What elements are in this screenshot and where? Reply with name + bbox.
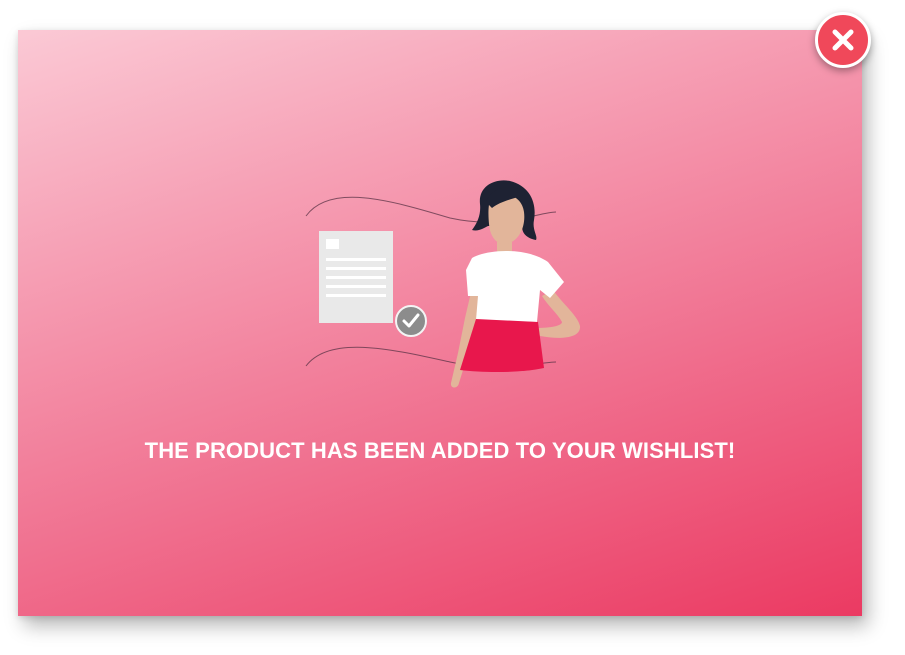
close-icon <box>832 29 854 51</box>
document-icon <box>319 231 393 323</box>
wishlist-dialog: THE PRODUCT HAS BEEN ADDED TO YOUR WISHL… <box>18 30 862 616</box>
woman-with-checked-document-illustration <box>305 180 580 388</box>
wishlist-confirmation-message: THE PRODUCT HAS BEEN ADDED TO YOUR WISHL… <box>144 438 736 463</box>
close-button[interactable] <box>815 12 871 68</box>
wishlist-popup-screen: THE PRODUCT HAS BEEN ADDED TO YOUR WISHL… <box>0 0 905 655</box>
woman-figure <box>450 180 580 388</box>
check-badge-icon <box>395 305 427 337</box>
wishlist-illustration <box>300 178 580 390</box>
